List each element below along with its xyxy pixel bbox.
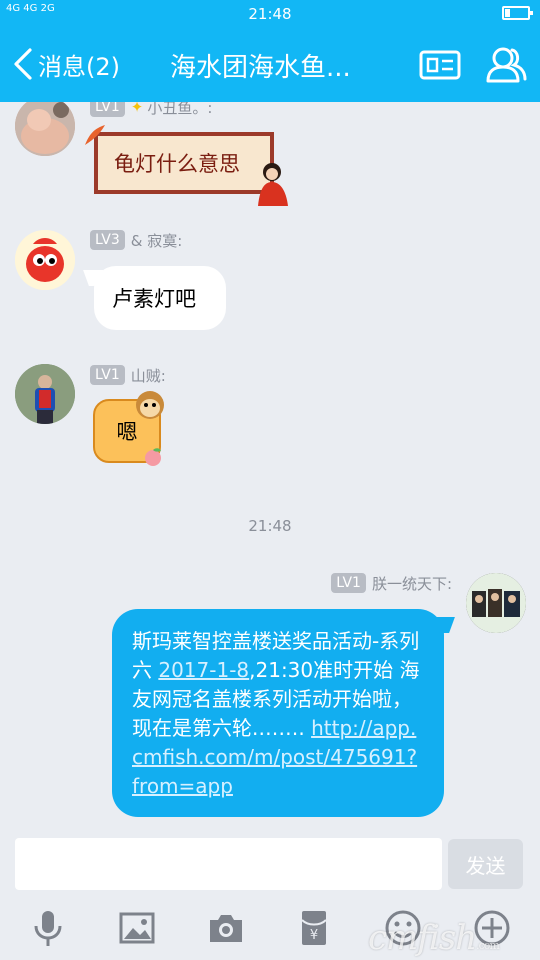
sender-name: & 寂寞: xyxy=(130,231,183,250)
svg-text:¥: ¥ xyxy=(310,928,318,943)
message-bubble[interactable]: 龟灯什么意思 xyxy=(94,132,274,194)
avatar[interactable] xyxy=(15,230,75,290)
chat-area[interactable]: LV1 ✦ 小丑鱼。: 龟灯什么意思 LV3 & 寂寞: 卢素灯吧 LV1 山贼… xyxy=(0,102,540,832)
battery-icon xyxy=(502,6,533,20)
title-bar: 消息(2) 海水团海水鱼... xyxy=(0,38,540,94)
level-badge: LV1 xyxy=(331,573,366,593)
avatar[interactable] xyxy=(15,364,75,424)
red-packet-icon[interactable]: ¥ xyxy=(294,908,334,948)
level-badge: LV1 xyxy=(90,102,125,117)
message-bubble[interactable]: 卢素灯吧 xyxy=(94,266,226,330)
message-sender-meta: LV1 山贼: xyxy=(90,364,166,386)
status-bar: 4G 4G 2G 21:48 xyxy=(0,0,540,28)
chat-title: 海水团海水鱼... xyxy=(170,53,351,83)
top-bar: 4G 4G 2G 21:48 消息(2) 海水团海水鱼... xyxy=(0,0,540,102)
message-sender-meta: LV1 ✦ 小丑鱼。: xyxy=(90,102,212,118)
avatar[interactable] xyxy=(15,102,75,156)
peach-icon xyxy=(145,448,161,466)
send-button[interactable]: 发送 xyxy=(448,839,523,889)
chevron-left-icon xyxy=(14,48,32,80)
monkey-sticker-icon xyxy=(136,391,164,419)
sender-name: 小丑鱼。: xyxy=(147,102,213,117)
message-sender-meta: LV1 朕一统天下: xyxy=(331,572,452,594)
girl-sticker-icon xyxy=(258,163,288,206)
sender-name: 朕一统天下: xyxy=(371,574,452,593)
camera-icon[interactable] xyxy=(206,908,246,948)
level-badge: LV1 xyxy=(90,365,125,385)
date-link[interactable]: 2017-1-8 xyxy=(158,658,249,682)
group-card-icon[interactable] xyxy=(418,43,462,87)
back-button[interactable]: 消息(2) xyxy=(12,46,120,82)
level-badge: LV3 xyxy=(90,230,125,250)
watermark-text: cmfish xyxy=(368,918,477,958)
watermark: cmfish.com xyxy=(368,918,500,958)
crown-icon: ✦ xyxy=(130,102,144,116)
mic-icon[interactable] xyxy=(28,908,68,948)
outgoing-message-bubble[interactable]: 斯玛莱智控盖楼送奖品活动-系列六 2017-1-8,21:30准时开始 海友网冠… xyxy=(112,609,444,817)
input-bar: 发送 xyxy=(0,832,540,894)
message-input[interactable] xyxy=(15,838,442,890)
watermark-suffix: .com xyxy=(476,939,500,952)
scroll-ornament-icon xyxy=(85,125,105,145)
status-time: 21:48 xyxy=(248,5,292,23)
message-text: 卢素灯吧 xyxy=(112,287,196,311)
message-sender-meta: LV3 & 寂寞: xyxy=(90,229,182,251)
time-separator: 21:48 xyxy=(248,517,292,535)
sender-name: 山贼: xyxy=(130,366,166,385)
message-text: 龟灯什么意思 xyxy=(114,152,240,176)
back-label: 消息(2) xyxy=(38,52,120,81)
avatar[interactable] xyxy=(466,573,526,633)
group-members-icon[interactable] xyxy=(484,43,528,87)
image-icon[interactable] xyxy=(117,908,157,948)
